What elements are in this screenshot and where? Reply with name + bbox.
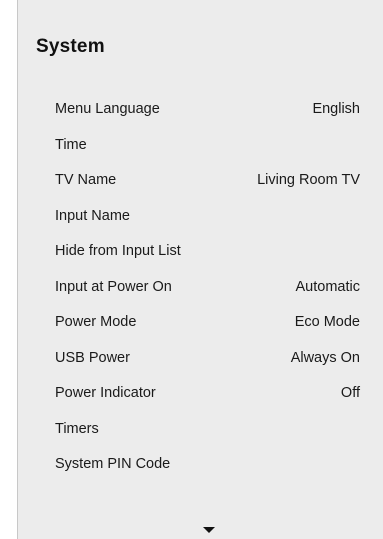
menu-item-system-pin-code[interactable]: System PIN Code — [18, 447, 383, 483]
panel-title: System — [36, 36, 105, 57]
menu-item-usb-power[interactable]: USB Power Always On — [18, 341, 383, 377]
menu-item-time[interactable]: Time — [18, 128, 383, 164]
menu-item-menu-language[interactable]: Menu Language English — [18, 92, 383, 128]
menu-item-label: Time — [55, 136, 87, 153]
menu-item-value: Eco Mode — [294, 314, 360, 330]
menu-item-label: Hide from Input List — [55, 243, 181, 259]
menu-item-label: USB Power — [55, 349, 130, 366]
menu-item-label: TV Name — [55, 172, 117, 188]
menu-item-label: Timers — [55, 420, 99, 437]
menu-item-hide-from-input-list[interactable]: Hide from Input List — [18, 234, 383, 270]
menu-item-label: System PIN Code — [55, 456, 171, 472]
menu-item-power-indicator[interactable]: Power Indicator Off — [18, 376, 383, 412]
menu-item-timers[interactable]: Timers — [18, 412, 383, 448]
menu-item-value: English — [312, 101, 360, 117]
settings-menu: Menu Language English Time TV Name Livin… — [18, 92, 383, 483]
menu-item-label: Input Name — [55, 207, 130, 224]
chevron-down-icon[interactable] — [203, 527, 215, 533]
menu-item-value: Off — [340, 385, 360, 401]
menu-item-value: Always On — [290, 349, 360, 366]
menu-item-input-name[interactable]: Input Name — [18, 199, 383, 235]
menu-item-input-at-power-on[interactable]: Input at Power On Automatic — [18, 270, 383, 306]
menu-item-value: Automatic — [295, 278, 360, 295]
menu-item-tv-name[interactable]: TV Name Living Room TV — [18, 163, 383, 199]
menu-item-power-mode[interactable]: Power Mode Eco Mode — [18, 305, 383, 341]
menu-item-label: Menu Language — [55, 101, 160, 117]
menu-item-value: Living Room TV — [257, 172, 360, 188]
system-settings-panel: System Menu Language English Time TV Nam… — [17, 0, 383, 539]
menu-item-label: Power Indicator — [55, 385, 156, 401]
menu-item-label: Input at Power On — [55, 278, 172, 295]
menu-item-label: Power Mode — [55, 314, 137, 330]
